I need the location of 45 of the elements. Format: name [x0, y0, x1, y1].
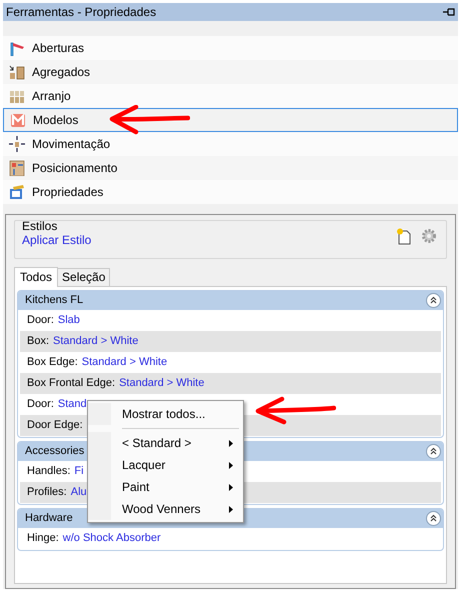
- collapse-icon[interactable]: [426, 510, 441, 526]
- group-title: Accessories: [25, 444, 84, 460]
- group-title: Hardware: [25, 511, 73, 526]
- property-value-link[interactable]: Alu: [70, 484, 87, 501]
- property-label: Box Edge:: [27, 355, 78, 370]
- letter-m-icon: [10, 112, 26, 128]
- tool-list-item[interactable]: Arranjo: [3, 84, 458, 108]
- cabinet-icon: [9, 64, 25, 80]
- property-value-link[interactable]: Fi: [74, 463, 84, 480]
- property-label: Door:: [27, 313, 54, 328]
- property-value-link[interactable]: Standard > White: [53, 333, 138, 350]
- submenu-arrow-icon: [229, 462, 233, 468]
- property-value-link[interactable]: Stand: [58, 396, 87, 413]
- collapse-icon[interactable]: [426, 292, 441, 308]
- tool-list-item[interactable]: Propriedades: [3, 180, 458, 204]
- property-label: Handles:: [27, 464, 70, 480]
- tab[interactable]: Seleção: [58, 268, 110, 286]
- submenu-arrow-icon: [229, 506, 233, 512]
- submenu-arrow-icon: [229, 484, 233, 490]
- property-value-link[interactable]: w/o Shock Absorber: [62, 530, 161, 547]
- property-label: Box:: [27, 334, 50, 350]
- property-label: Hinge:: [27, 531, 59, 546]
- group-label: Estilos: [22, 220, 58, 233]
- property-label: Door:: [27, 397, 54, 412]
- tool-list-item[interactable]: Movimentação: [3, 132, 458, 156]
- pin-icon[interactable]: [443, 8, 455, 16]
- tool-list-item[interactable]: Agregados: [3, 60, 458, 84]
- property-label: Box Frontal Edge:: [27, 376, 116, 392]
- tool-list-item[interactable]: Modelos: [3, 108, 458, 132]
- tab[interactable]: Todos: [14, 266, 58, 287]
- property-label: Profiles:: [27, 485, 67, 500]
- property-value-link[interactable]: Standard > White: [119, 375, 204, 392]
- window-title: Ferramentas - Propriedades: [6, 4, 156, 21]
- new-document-icon[interactable]: [396, 228, 412, 245]
- collapse-icon[interactable]: [426, 444, 441, 459]
- group-title: Kitchens FL: [25, 293, 84, 308]
- tool-list-item[interactable]: Aberturas: [3, 36, 458, 60]
- submenu-arrow-icon: [229, 440, 233, 446]
- move-arrows-icon: [9, 136, 25, 152]
- property-value-link[interactable]: Standard > White: [82, 354, 168, 371]
- tool-list-item[interactable]: Posicionamento: [3, 156, 458, 180]
- property-value-link[interactable]: Slab: [58, 312, 80, 329]
- property-label: Door Edge:: [27, 418, 83, 434]
- door-frame-icon: [9, 40, 25, 56]
- apply-style-link[interactable]: Aplicar Estilo: [22, 232, 92, 247]
